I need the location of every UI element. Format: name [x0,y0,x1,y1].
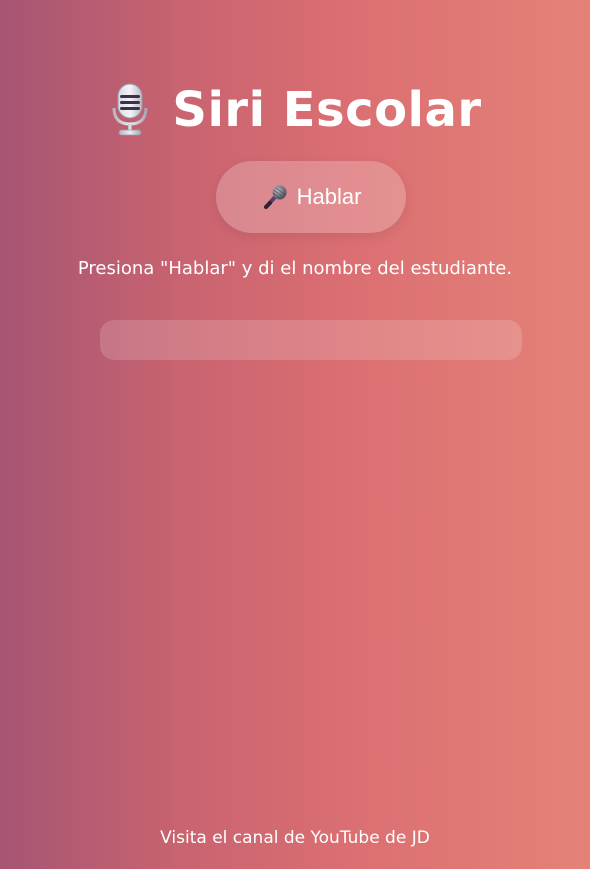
studio-microphone-icon [108,82,152,138]
speak-button-label: Hablar [296,184,362,209]
app-header: Siri Escolar [0,80,590,140]
instructions-text: Presiona "Hablar" y di el nombre del est… [77,258,513,279]
youtube-channel-link[interactable]: Visita el canal de YouTube de JD [0,826,590,850]
speak-button[interactable]: Hablar [216,161,406,233]
microphone-icon [261,183,289,211]
page-title: Siri Escolar [172,82,482,138]
recognized-name-field [100,320,522,360]
